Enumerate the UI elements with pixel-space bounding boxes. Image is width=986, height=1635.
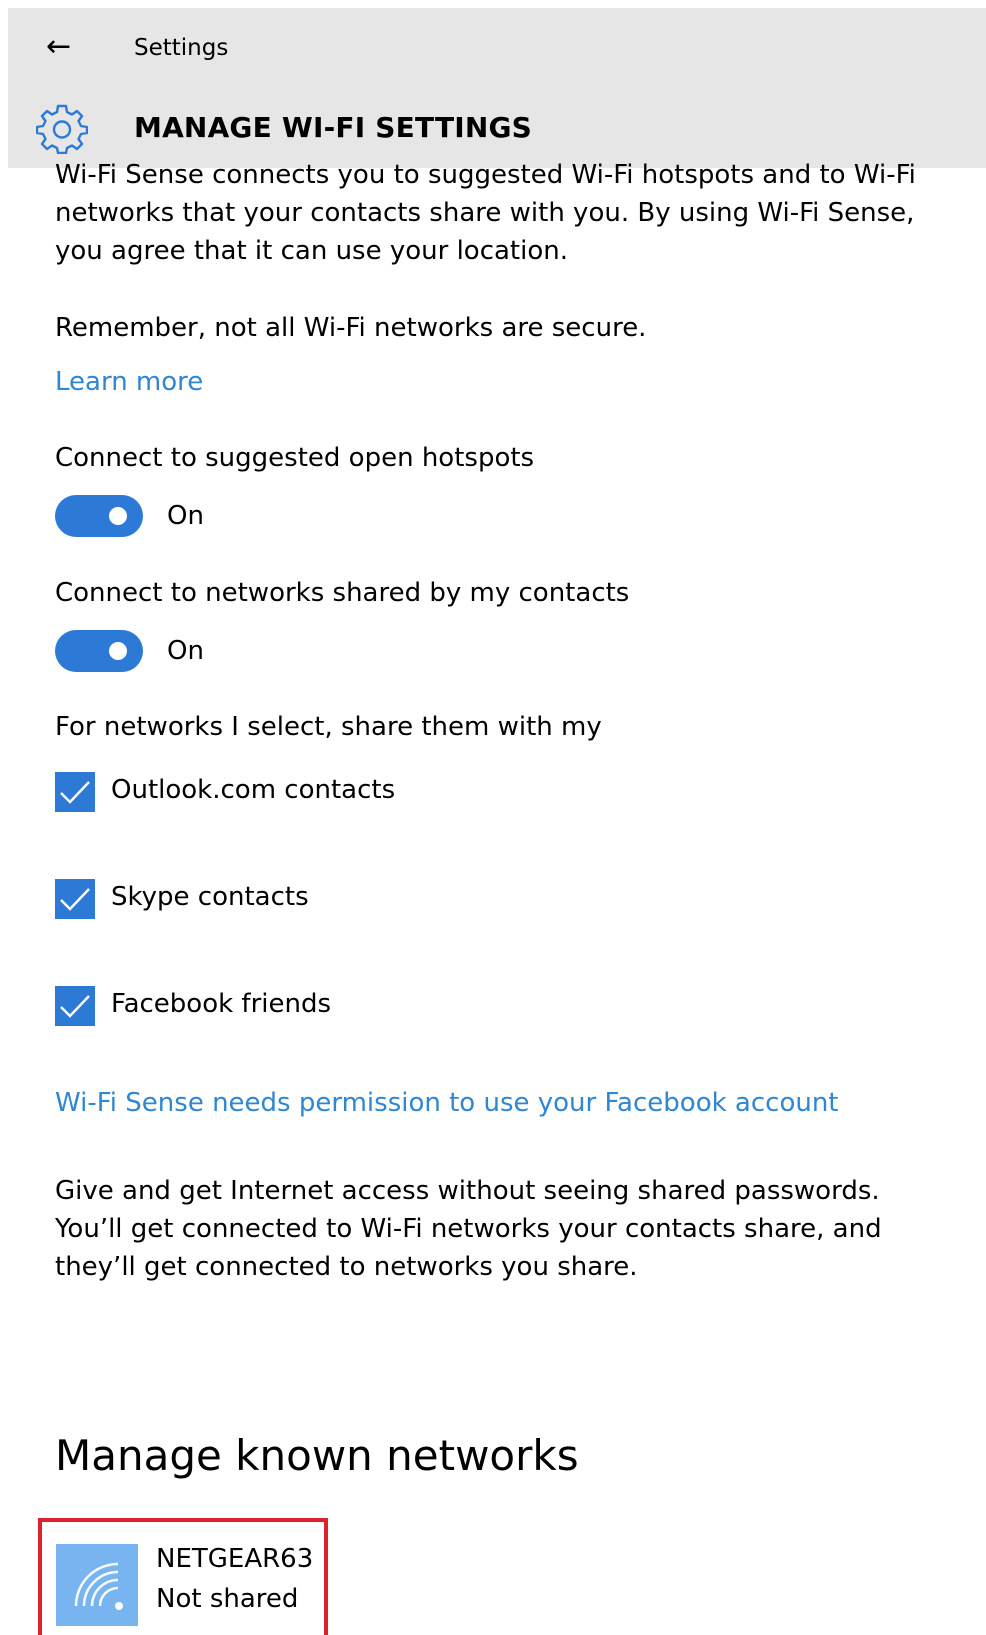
contacts-networks-toggle[interactable] — [55, 630, 143, 672]
page-title: MANAGE WI-FI SETTINGS — [134, 111, 533, 144]
open-hotspots-toggle[interactable] — [55, 495, 143, 537]
network-name: NETGEAR63 — [156, 1544, 314, 1574]
checkmark-icon — [60, 888, 90, 911]
skype-contacts-checkbox[interactable] — [55, 879, 95, 919]
known-network-item[interactable]: NETGEAR63 Not shared — [38, 1518, 328, 1635]
contacts-networks-label: Connect to networks shared by my contact… — [55, 578, 630, 608]
checkmark-icon — [60, 781, 90, 804]
wifi-icon — [56, 1544, 138, 1626]
facebook-friends-label: Facebook friends — [111, 989, 332, 1019]
skype-contacts-label: Skype contacts — [111, 882, 309, 912]
gear-icon — [36, 104, 88, 154]
checkmark-icon — [60, 995, 90, 1018]
page-header: ← Settings MANAGE WI-FI SETTINGS — [8, 8, 986, 168]
known-networks-heading: Manage known networks — [55, 1431, 579, 1480]
info-line-1: Give and get Internet access without see… — [55, 1176, 880, 1206]
intro-line-2: networks that your contacts share with y… — [55, 198, 915, 228]
network-status: Not shared — [156, 1584, 299, 1614]
facebook-permission-link[interactable]: Wi-Fi Sense needs permission to use your… — [55, 1083, 839, 1123]
toggle-knob — [109, 507, 127, 525]
contacts-networks-state: On — [167, 636, 204, 666]
intro-line-1: Wi-Fi Sense connects you to suggested Wi… — [55, 160, 916, 190]
toggle-knob — [109, 642, 127, 660]
intro-line-3: you agree that it can use your location. — [55, 236, 569, 266]
share-heading: For networks I select, share them with m… — [55, 712, 602, 742]
info-line-2: You’ll get connected to Wi-Fi networks y… — [55, 1214, 882, 1244]
learn-more-link[interactable]: Learn more — [55, 362, 203, 402]
info-line-3: they’ll get connected to networks you sh… — [55, 1252, 638, 1282]
open-hotspots-state: On — [167, 501, 204, 531]
outlook-contacts-checkbox[interactable] — [55, 772, 95, 812]
facebook-friends-checkbox[interactable] — [55, 986, 95, 1026]
open-hotspots-label: Connect to suggested open hotspots — [55, 443, 535, 473]
app-title: Settings — [134, 35, 229, 61]
back-arrow-icon[interactable]: ← — [46, 30, 80, 64]
security-warning: Remember, not all Wi-Fi networks are sec… — [55, 313, 647, 343]
outlook-contacts-label: Outlook.com contacts — [111, 775, 396, 805]
